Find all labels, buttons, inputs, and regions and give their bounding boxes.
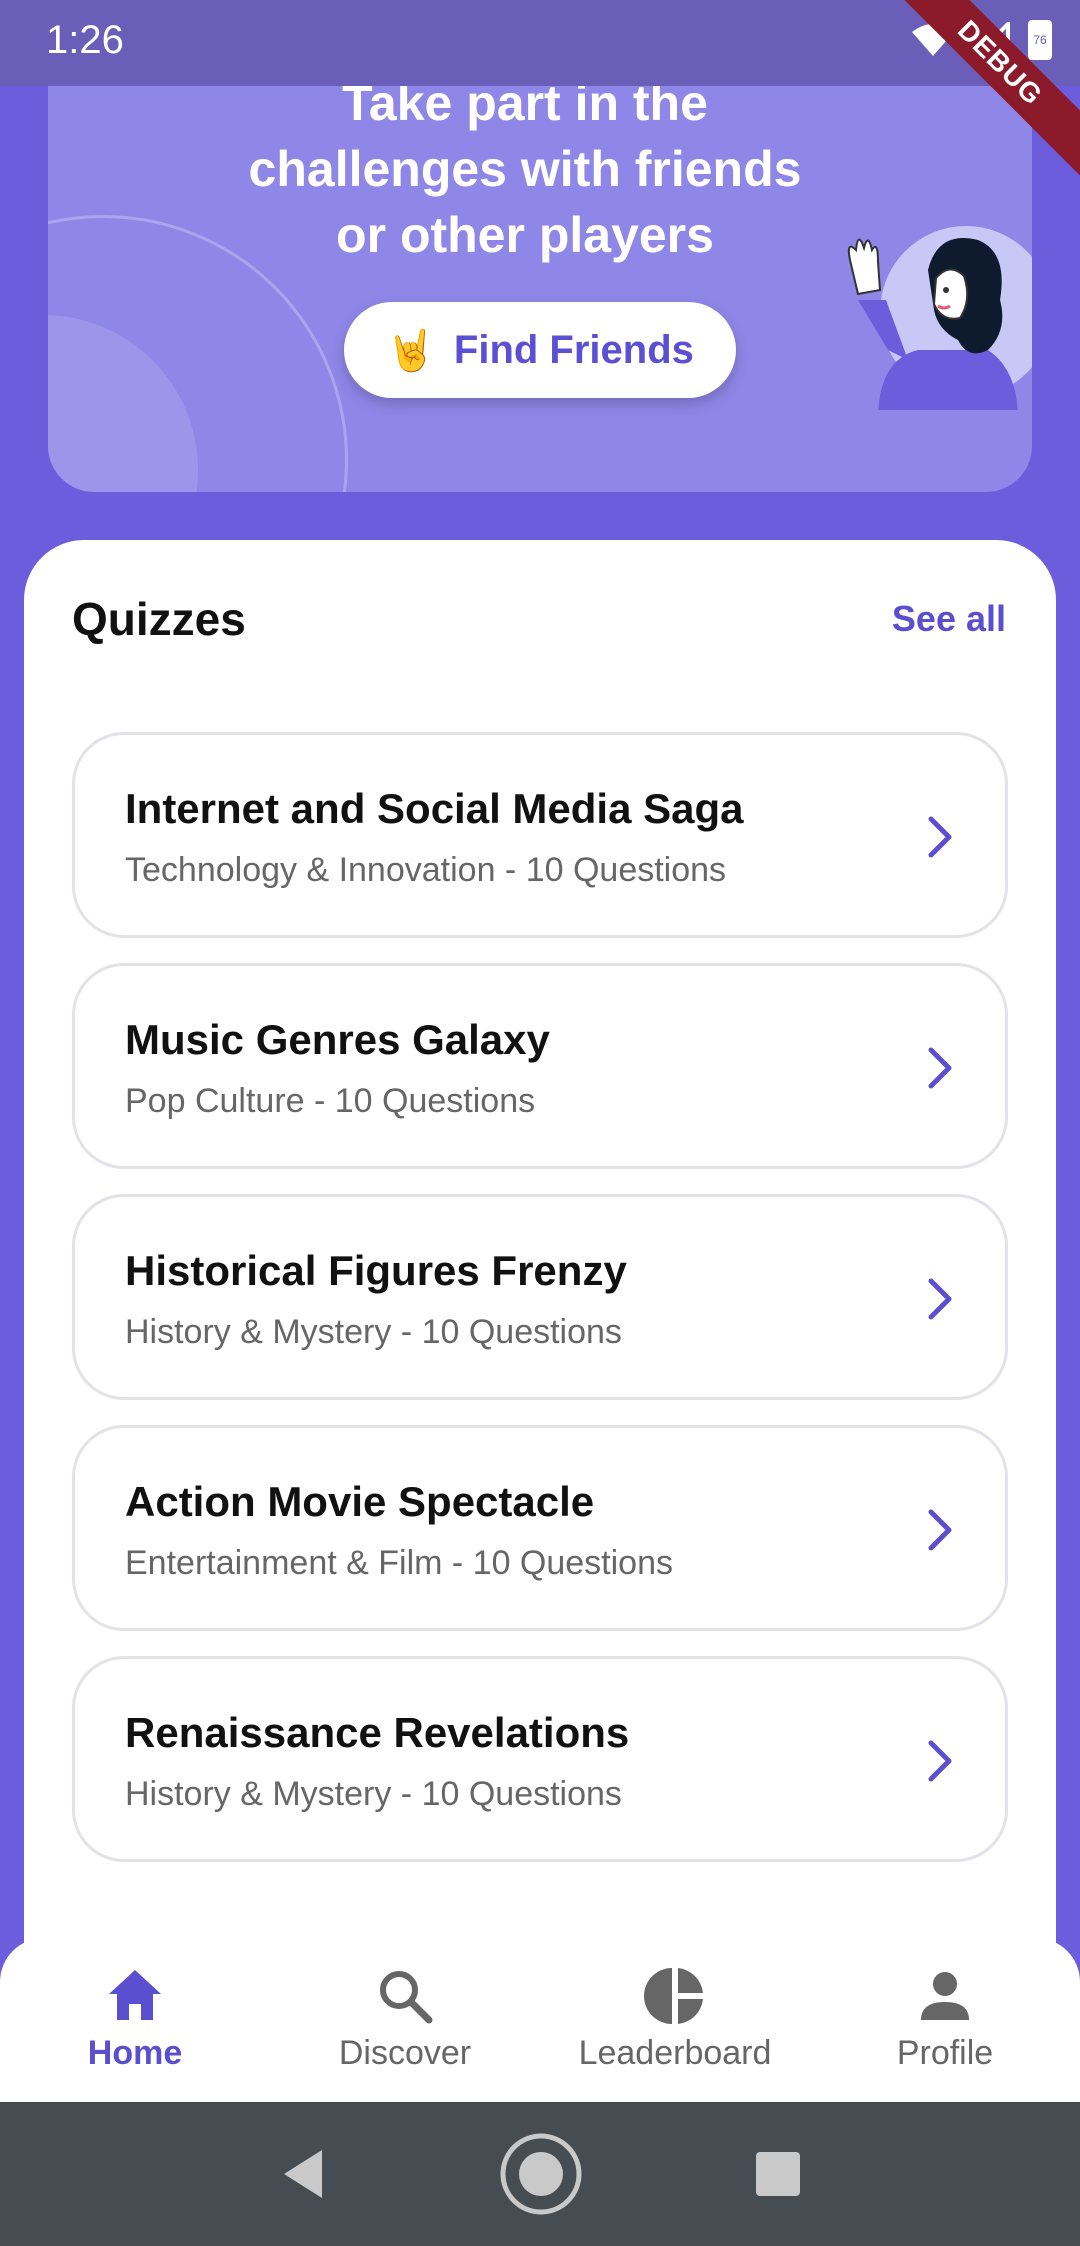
back-icon[interactable] — [278, 2146, 328, 2202]
battery-icon: 76 — [1028, 20, 1052, 60]
quiz-subtitle: History & Mystery - 10 Questions — [125, 1313, 622, 1351]
quizzes-title: Quizzes — [72, 593, 246, 645]
chevron-right-icon — [928, 1740, 952, 1782]
chevron-right-icon — [928, 1278, 952, 1320]
nav-leaderboard[interactable]: Leaderboard — [540, 1938, 810, 2102]
nav-profile-label: Profile — [896, 2034, 994, 2072]
quiz-title: Historical Figures Frenzy — [125, 1247, 627, 1294]
quizzes-panel: Quizzes See all Internet and Social Medi… — [24, 540, 1056, 2100]
nav-home-label: Home — [87, 2034, 183, 2072]
home-circle-icon[interactable] — [498, 2131, 584, 2217]
pie-chart-icon — [644, 1968, 703, 2024]
nav-discover-label: Discover — [338, 2034, 472, 2072]
quiz-title: Action Movie Spectacle — [125, 1478, 595, 1525]
nav-leaderboard-label: Leaderboard — [578, 2034, 772, 2072]
see-all-link[interactable]: See all — [892, 598, 1006, 640]
quiz-subtitle: Pop Culture - 10 Questions — [125, 1082, 536, 1120]
quiz-item[interactable]: Music Genres Galaxy Pop Culture - 10 Que… — [72, 963, 1008, 1169]
bottom-navigation: Home Discover Leaderboard Profile — [0, 1938, 1080, 2102]
waving-girl-illustration — [847, 226, 1032, 410]
quiz-list: Internet and Social Media Saga Technolog… — [72, 732, 1008, 1887]
quiz-item[interactable]: Action Movie Spectacle Entertainment & F… — [72, 1425, 1008, 1631]
quiz-subtitle: History & Mystery - 10 Questions — [125, 1775, 622, 1813]
rock-hand-icon: 🤘 — [386, 328, 436, 373]
quiz-item[interactable]: Historical Figures Frenzy History & Myst… — [72, 1194, 1008, 1400]
nav-discover[interactable]: Discover — [270, 1938, 540, 2102]
chevron-right-icon — [928, 1509, 952, 1551]
chevron-right-icon — [928, 816, 952, 858]
quiz-item[interactable]: Renaissance Revelations History & Myster… — [72, 1656, 1008, 1862]
battery-level: 76 — [1033, 33, 1047, 47]
recents-icon[interactable] — [754, 2150, 802, 2198]
home-icon — [109, 1970, 161, 2020]
nav-profile[interactable]: Profile — [810, 1938, 1080, 2102]
quiz-title: Music Genres Galaxy — [125, 1016, 550, 1063]
search-icon — [380, 1971, 433, 2024]
quiz-title: Internet and Social Media Saga — [125, 785, 744, 832]
quiz-title: Renaissance Revelations — [125, 1709, 630, 1756]
system-navigation-bar — [0, 2102, 1080, 2246]
quiz-subtitle: Entertainment & Film - 10 Questions — [125, 1544, 674, 1582]
quiz-item[interactable]: Internet and Social Media Saga Technolog… — [72, 732, 1008, 938]
find-friends-label: Find Friends — [453, 327, 694, 372]
quiz-subtitle: Technology & Innovation - 10 Questions — [125, 851, 727, 889]
find-friends-button[interactable]: 🤘 Find Friends — [344, 302, 736, 398]
chevron-right-icon — [928, 1047, 952, 1089]
person-icon — [921, 1972, 969, 2020]
hero-banner: Take part in the challenges with friends… — [48, 40, 1032, 492]
status-time: 1:26 — [46, 18, 124, 62]
nav-home[interactable]: Home — [0, 1938, 270, 2102]
